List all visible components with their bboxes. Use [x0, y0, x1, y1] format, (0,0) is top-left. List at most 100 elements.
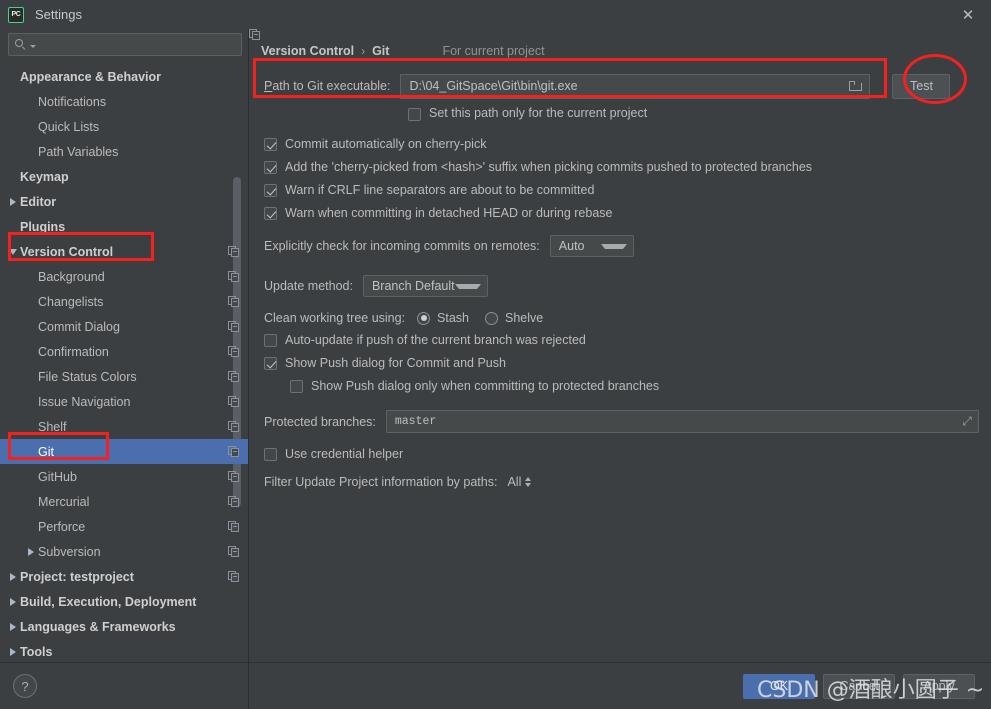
- protected-branches-row: Protected branches: ⤢: [261, 410, 979, 433]
- git-push-option-label: Show Push dialog for Commit and Push: [285, 356, 506, 370]
- copy-settings-icon[interactable]: [228, 420, 240, 433]
- close-icon[interactable]: ✕: [945, 0, 991, 29]
- filter-paths-spinner[interactable]: All: [507, 475, 532, 489]
- git-push-option-label: Show Push dialog only when committing to…: [311, 379, 660, 393]
- chevron-right-icon[interactable]: [6, 598, 20, 606]
- sidebar-item-label: GitHub: [38, 469, 77, 484]
- sidebar-item-github[interactable]: GitHub: [0, 464, 248, 489]
- settings-dialog: PC Settings ✕ Appearance & Behavior Notif…: [0, 0, 991, 709]
- sidebar-item-background[interactable]: Background: [0, 264, 248, 289]
- chevron-right-icon[interactable]: [6, 573, 20, 581]
- git-path-field[interactable]: [400, 73, 871, 99]
- apply-button[interactable]: Apply: [903, 673, 975, 699]
- git-option-checkbox-2[interactable]: [264, 184, 277, 197]
- incoming-commits-dropdown[interactable]: Auto: [549, 235, 634, 257]
- breadcrumb-separator: ›: [361, 44, 366, 58]
- sidebar-item-notifications[interactable]: Notifications: [0, 89, 248, 114]
- copy-settings-icon: [249, 29, 436, 57]
- sidebar-item-issue-navigation[interactable]: Issue Navigation: [0, 389, 248, 414]
- settings-tree: Appearance & Behavior Notifications Quick …: [0, 62, 248, 662]
- copy-settings-icon[interactable]: [228, 570, 240, 583]
- chevron-right-icon[interactable]: [6, 648, 20, 656]
- chevron-right-icon[interactable]: [6, 623, 20, 631]
- sidebar-footer: ?: [0, 662, 248, 709]
- search-box[interactable]: [8, 33, 242, 56]
- chevron-right-icon[interactable]: [24, 548, 38, 556]
- sidebar-item-label: Confirmation: [38, 344, 109, 359]
- sidebar-item-file-status-colors[interactable]: File Status Colors: [0, 364, 248, 389]
- credential-helper-checkbox[interactable]: [264, 448, 277, 461]
- copy-settings-icon[interactable]: [228, 470, 240, 483]
- copy-settings-icon[interactable]: [228, 395, 240, 408]
- sidebar-item-plugins[interactable]: Plugins: [0, 214, 248, 239]
- chevron-right-icon[interactable]: [6, 198, 20, 206]
- sidebar-item-label: Editor: [20, 194, 57, 209]
- sidebar-item-path-variables[interactable]: Path Variables: [0, 139, 248, 164]
- sidebar-item-perforce[interactable]: Perforce: [0, 514, 248, 539]
- sidebar-item-commit-dialog[interactable]: Commit Dialog: [0, 314, 248, 339]
- git-settings-content: Version Control › Git For current projec…: [249, 29, 991, 662]
- copy-settings-icon[interactable]: [228, 320, 240, 333]
- sidebar-item-editor[interactable]: Editor: [0, 189, 248, 214]
- copy-settings-icon[interactable]: [228, 545, 240, 558]
- search-input[interactable]: [36, 36, 235, 53]
- git-option-checkbox-3[interactable]: [264, 207, 277, 220]
- copy-settings-icon[interactable]: [228, 495, 240, 508]
- sidebar-item-label: Quick Lists: [38, 119, 100, 134]
- dialog-button-bar: OK Cancel Apply: [249, 662, 991, 709]
- sidebar-item-build-execution-deployment[interactable]: Build, Execution, Deployment: [0, 589, 248, 614]
- radio-shelve[interactable]: [485, 311, 499, 325]
- protected-branches-label: Protected branches:: [264, 414, 376, 429]
- copy-settings-icon[interactable]: [228, 345, 240, 358]
- copy-settings-icon[interactable]: [228, 245, 240, 258]
- sidebar-item-label: Issue Navigation: [38, 394, 131, 409]
- sidebar-item-appearance-behavior[interactable]: Appearance & Behavior: [0, 64, 248, 89]
- sidebar-item-shelf[interactable]: Shelf: [0, 414, 248, 439]
- set-path-only-checkbox[interactable]: [408, 107, 421, 121]
- copy-settings-icon[interactable]: [228, 520, 240, 533]
- sidebar-item-quick-lists[interactable]: Quick Lists: [0, 114, 248, 139]
- git-option-checkbox-0[interactable]: [264, 138, 277, 151]
- sidebar-item-keymap[interactable]: Keymap: [0, 164, 248, 189]
- title-bar: PC Settings ✕: [0, 0, 991, 29]
- sidebar-item-label: Project: testproject: [20, 569, 134, 584]
- sidebar-item-label: File Status Colors: [38, 369, 137, 384]
- update-method-row: Update method: Branch Default: [261, 275, 979, 297]
- radio-stash[interactable]: [417, 311, 431, 325]
- radio-shelve-label: Shelve: [505, 311, 544, 325]
- sidebar-item-confirmation[interactable]: Confirmation: [0, 339, 248, 364]
- test-button[interactable]: Test: [892, 73, 951, 99]
- sidebar-item-mercurial[interactable]: Mercurial: [0, 489, 248, 514]
- help-button[interactable]: ?: [13, 674, 37, 698]
- chevron-down-icon[interactable]: [6, 249, 20, 255]
- search-container: [0, 29, 248, 62]
- breadcrumb-current: Git: [372, 44, 390, 58]
- set-path-only-label: Set this path only for the current proje…: [429, 106, 648, 120]
- breadcrumb-parent[interactable]: Version Control: [261, 44, 354, 58]
- sidebar-item-tools[interactable]: Tools: [0, 639, 248, 662]
- git-option-checkbox-1[interactable]: [264, 161, 277, 174]
- expand-icon[interactable]: ⤢: [956, 414, 978, 429]
- copy-settings-icon[interactable]: [228, 370, 240, 383]
- sidebar-item-version-control[interactable]: Version Control: [0, 239, 248, 264]
- git-push-option-checkbox-1[interactable]: [264, 357, 277, 370]
- git-push-option-checkbox-0[interactable]: [264, 334, 277, 347]
- sidebar-item-subversion[interactable]: Subversion: [0, 539, 248, 564]
- sidebar-item-project-testproject[interactable]: Project: testproject: [0, 564, 248, 589]
- git-path-input[interactable]: [401, 79, 844, 93]
- update-method-dropdown[interactable]: Branch Default: [362, 275, 488, 297]
- protected-branches-input[interactable]: [386, 415, 956, 428]
- git-push-option-row: Auto-update if push of the current branc…: [261, 333, 979, 348]
- folder-browse-icon[interactable]: [843, 80, 869, 92]
- scope-note-label: For current project: [442, 44, 545, 58]
- git-push-option-checkbox-2[interactable]: [290, 380, 303, 393]
- copy-settings-icon[interactable]: [228, 295, 240, 308]
- sidebar-item-git[interactable]: Git: [0, 439, 248, 464]
- sidebar-item-languages-frameworks[interactable]: Languages & Frameworks: [0, 614, 248, 639]
- cancel-button[interactable]: Cancel: [823, 673, 895, 699]
- ok-button[interactable]: OK: [743, 673, 815, 699]
- copy-settings-icon[interactable]: [228, 445, 240, 458]
- copy-settings-icon[interactable]: [228, 270, 240, 283]
- sidebar-item-changelists[interactable]: Changelists: [0, 289, 248, 314]
- protected-branches-field[interactable]: ⤢: [385, 410, 979, 433]
